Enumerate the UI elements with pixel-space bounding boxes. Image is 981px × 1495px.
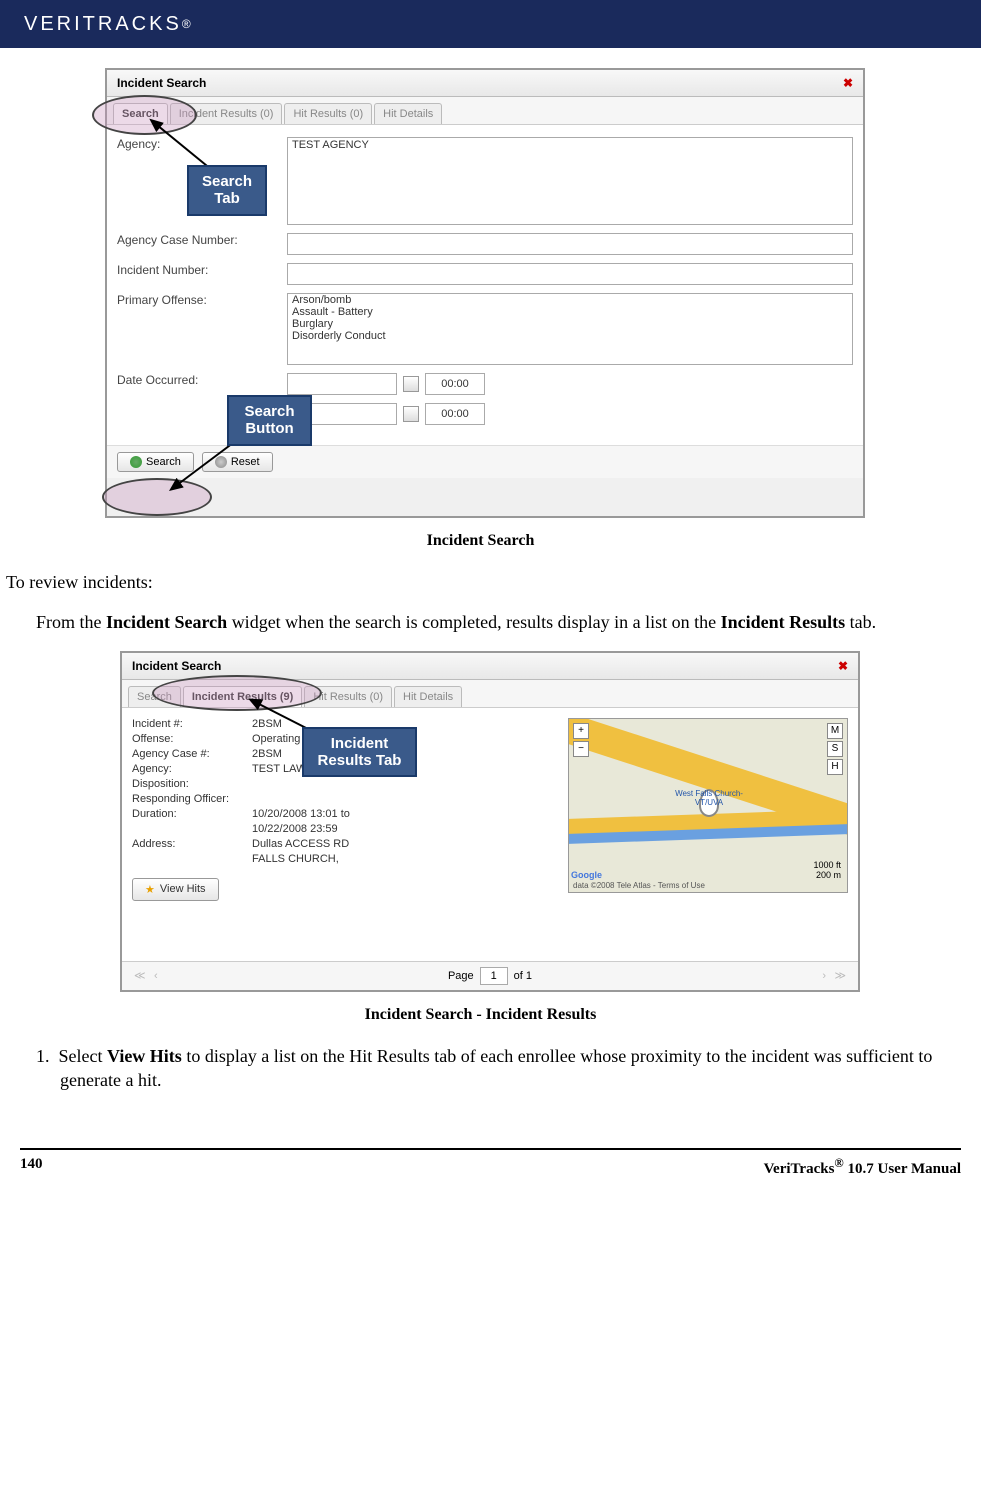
v-address2: FALLS CHURCH, — [252, 853, 339, 865]
step-1: 1. Select View Hits to display a list on… — [60, 1044, 955, 1093]
label-agency: Agency: — [117, 137, 287, 151]
map-m[interactable]: M — [827, 723, 843, 739]
page-number: 140 — [20, 1156, 43, 1178]
widget1-title: Incident Search — [117, 76, 206, 90]
caption-1: Incident Search — [0, 532, 961, 550]
v-case: 2BSM — [252, 748, 282, 760]
label-date-occurred: Date Occurred: — [117, 373, 287, 387]
offense-listbox[interactable]: Arson/bomb Assault - Battery Burglary Di… — [287, 293, 853, 365]
incident-search-widget-1: Incident Search ✖ Search Incident Result… — [105, 68, 865, 518]
tab-hit-results[interactable]: Hit Results (0) — [284, 103, 372, 124]
view-hits-button[interactable]: ★ View Hits — [132, 878, 219, 901]
offense-item[interactable]: Burglary — [288, 318, 852, 330]
tab-hit-details[interactable]: Hit Details — [374, 103, 442, 124]
offense-item[interactable]: Disorderly Conduct — [288, 330, 852, 342]
pager-of: of 1 — [514, 970, 532, 982]
widget1-titlebar: Incident Search ✖ — [107, 70, 863, 97]
map[interactable]: + − M S H West Falls Church-VT/UVA 1000 … — [568, 718, 848, 893]
callout-search-button: Search Button — [227, 395, 312, 446]
reset-icon — [215, 456, 227, 468]
map-zoom-out[interactable]: − — [573, 741, 589, 757]
map-zoom-in[interactable]: + — [573, 723, 589, 739]
incident-search-widget-2: Incident Search ✖ Search Incident Result… — [120, 651, 860, 992]
ellipse-results-tab — [152, 675, 322, 711]
brand-name: VERITRACKS — [24, 13, 182, 36]
button-row: Search Reset — [107, 445, 863, 478]
v-duration1: 10/20/2008 13:01 to — [252, 808, 350, 820]
reset-button[interactable]: Reset — [202, 452, 273, 472]
body-para: From the Incident Search widget when the… — [36, 610, 955, 634]
l-address: Address: — [132, 838, 252, 850]
l-duration: Duration: — [132, 808, 252, 820]
map-scale1: 1000 ft — [813, 860, 841, 870]
l-incident-num: Incident #: — [132, 718, 252, 730]
caption-2: Incident Search - Incident Results — [0, 1006, 961, 1024]
agency-listbox[interactable]: TEST AGENCY — [287, 137, 853, 225]
pager-label: Page — [448, 970, 474, 982]
map-powered: Google — [571, 870, 602, 880]
l-disposition: Disposition: — [132, 778, 252, 790]
tab-hit-details[interactable]: Hit Details — [394, 686, 462, 707]
offense-item[interactable]: Arson/bomb — [288, 294, 852, 306]
close-icon[interactable]: ✖ — [843, 76, 853, 90]
callout-results-tab: Incident Results Tab — [302, 727, 417, 778]
v-incident-num: 2BSM — [252, 718, 282, 730]
map-h[interactable]: H — [827, 759, 843, 775]
manual-title: VeriTracks® 10.7 User Manual — [764, 1156, 961, 1178]
brand-reg: ® — [182, 17, 194, 31]
search-icon — [130, 456, 142, 468]
label-primary-offense: Primary Offense: — [117, 293, 287, 307]
map-s[interactable]: S — [827, 741, 843, 757]
incident-num-input[interactable] — [287, 263, 853, 285]
v-duration2: 10/22/2008 23:59 — [252, 823, 338, 835]
date-from-input[interactable] — [287, 373, 397, 395]
offense-item[interactable]: Assault - Battery — [288, 306, 852, 318]
widget2-title: Incident Search — [132, 659, 221, 673]
pager-first-icon[interactable]: ≪ — [130, 969, 150, 982]
pager-next-icon[interactable]: › — [818, 970, 830, 982]
search-button[interactable]: Search — [117, 452, 194, 472]
l-case: Agency Case #: — [132, 748, 252, 760]
widget1-tabs: Search Incident Results (0) Hit Results … — [107, 97, 863, 125]
map-place-label: West Falls Church-VT/UVA — [664, 789, 754, 807]
agency-item[interactable]: TEST AGENCY — [288, 138, 852, 152]
close-icon[interactable]: ✖ — [838, 659, 848, 673]
time-from[interactable]: 00:00 — [425, 373, 485, 395]
map-scale2: 200 m — [816, 870, 841, 880]
calendar-icon[interactable] — [403, 376, 419, 392]
ellipse-search-tab — [92, 95, 197, 135]
time-to[interactable]: 00:00 — [425, 403, 485, 425]
pager: ≪ ‹ Page of 1 › ≫ — [122, 961, 858, 990]
page-footer: 140 VeriTracks® 10.7 User Manual — [20, 1148, 961, 1178]
map-attrib: data ©2008 Tele Atlas - Terms of Use — [573, 881, 705, 890]
l-agency: Agency: — [132, 763, 252, 775]
callout-search-tab: Search Tab — [187, 165, 267, 216]
results-body: Incident #:2BSM Offense:Operating Unregi… — [122, 708, 858, 911]
pager-prev-icon[interactable]: ‹ — [150, 970, 162, 982]
pager-input[interactable] — [480, 967, 508, 985]
brand-bar: VERITRACKS® — [0, 0, 981, 48]
case-num-input[interactable] — [287, 233, 853, 255]
l-officer: Responding Officer: — [132, 793, 252, 805]
v-address1: Dullas ACCESS RD — [252, 838, 349, 850]
label-case-num: Agency Case Number: — [117, 233, 287, 247]
calendar-icon[interactable] — [403, 406, 419, 422]
label-incident-num: Incident Number: — [117, 263, 287, 277]
l-offense: Offense: — [132, 733, 252, 745]
star-icon: ★ — [145, 883, 155, 896]
intro-text: To review incidents: — [6, 570, 955, 594]
pager-last-icon[interactable]: ≫ — [830, 969, 850, 982]
ellipse-search-button — [102, 478, 212, 516]
